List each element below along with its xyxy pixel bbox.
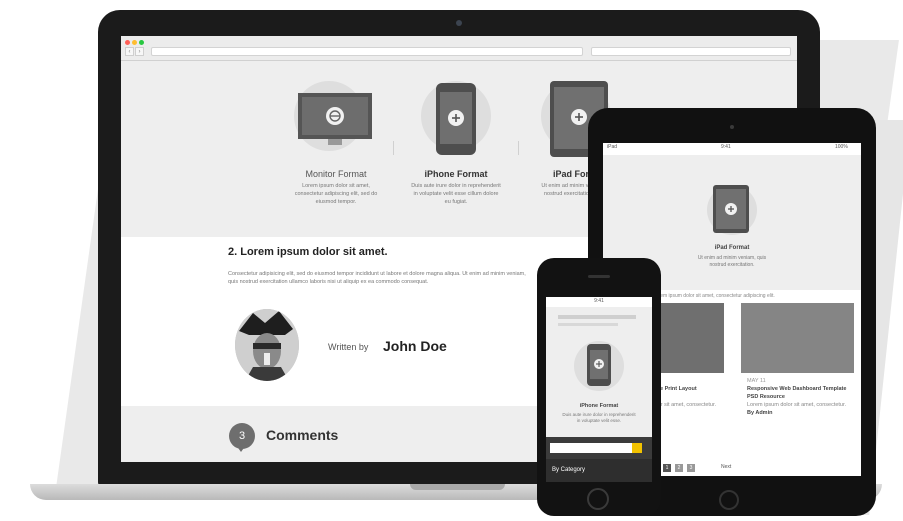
card-body: MAY 11 Responsive Web Dashboard Template… — [741, 373, 854, 421]
pager-page-1[interactable]: 1 — [663, 464, 671, 472]
author-name[interactable]: John Doe — [383, 338, 447, 354]
browser-search-field[interactable] — [591, 47, 791, 56]
monitor-icon — [298, 93, 372, 145]
card-meta: By Admin — [747, 410, 773, 416]
tablet-icon — [713, 185, 749, 233]
tablet-home-button[interactable] — [719, 490, 739, 510]
card-date: MAY 11 — [747, 378, 766, 384]
comment-bubble-tail — [236, 445, 246, 452]
pager-next[interactable]: Next — [721, 464, 731, 470]
phone-clock: 9:41 — [594, 298, 604, 304]
tablet-camera — [730, 125, 734, 129]
phone-format-text: Duis aute irure dolor in reprehenderit i… — [562, 412, 636, 423]
comments-heading: Comments — [266, 427, 339, 443]
phone-home-button[interactable] — [587, 488, 609, 510]
window-close-dot[interactable] — [125, 40, 130, 45]
phone-icon — [436, 83, 476, 155]
phone-header-line — [558, 323, 618, 326]
monitor-format-text: Lorem ipsum dolor sit amet, consectetur … — [294, 183, 378, 205]
monitor-format-title: Monitor Format — [305, 169, 367, 179]
article-body-text: Consectetur adipisicing elit, sed do eiu… — [228, 271, 526, 285]
format-separator — [393, 141, 394, 155]
forward-button[interactable]: › — [135, 47, 144, 56]
tablet-format-title: iPad Format — [714, 245, 750, 251]
iphone-format-title: iPhone Format — [424, 169, 488, 179]
laptop-notch — [410, 484, 505, 490]
author-portrait-icon — [235, 309, 299, 381]
card-title[interactable]: Responsive Web Dashboard Template PSD Re… — [747, 385, 848, 401]
tablet-format-text: Ut enim ad minim veniam, quis nostrud ex… — [697, 255, 767, 268]
section-heading: 2. Lorem ipsum dolor sit amet. — [228, 246, 388, 258]
iphone-format-text: Duis aute irure dolor in reprehenderit i… — [411, 183, 501, 205]
phone-header-line — [558, 315, 636, 319]
format-separator — [518, 141, 519, 155]
written-by-label: Written by — [328, 342, 369, 352]
phone-screen: 9:41 iPhone Format Duis aute irure dolor… — [546, 297, 652, 482]
tablet-carrier: iPad — [607, 144, 618, 150]
phone-search-button[interactable] — [632, 443, 642, 453]
address-bar[interactable] — [151, 47, 583, 56]
phone-category-menu[interactable]: By Category — [546, 459, 652, 482]
card-text: Lorem ipsum dolor sit amet, consectetur. — [747, 402, 847, 408]
avatar — [235, 309, 299, 381]
back-button[interactable]: ‹ — [125, 47, 134, 56]
window-zoom-dot[interactable] — [139, 40, 144, 45]
phone-speaker — [588, 275, 610, 278]
phone-hero: iPhone Format Duis aute irure dolor in r… — [546, 307, 652, 437]
laptop-camera — [456, 20, 462, 26]
pager-page-3[interactable]: 3 — [687, 464, 695, 472]
tablet-intro-text: Lorem ipsum dolor sit amet, consectetur … — [653, 293, 775, 299]
tablet-card[interactable]: MAY 11 Responsive Web Dashboard Template… — [741, 303, 854, 457]
phone-format-title: iPhone Format — [579, 403, 619, 409]
window-minimize-dot[interactable] — [132, 40, 137, 45]
phone-icon — [587, 344, 611, 386]
card-thumbnail — [741, 303, 854, 373]
tablet-clock: 9:41 — [721, 144, 731, 150]
browser-toolbar: ‹ › — [121, 36, 797, 61]
pager-page-2[interactable]: 2 — [675, 464, 683, 472]
tablet-status-bar: iPad 9:41 100% — [603, 143, 861, 151]
phone-search-input[interactable] — [550, 443, 632, 453]
tablet-battery: 100% — [835, 144, 848, 150]
